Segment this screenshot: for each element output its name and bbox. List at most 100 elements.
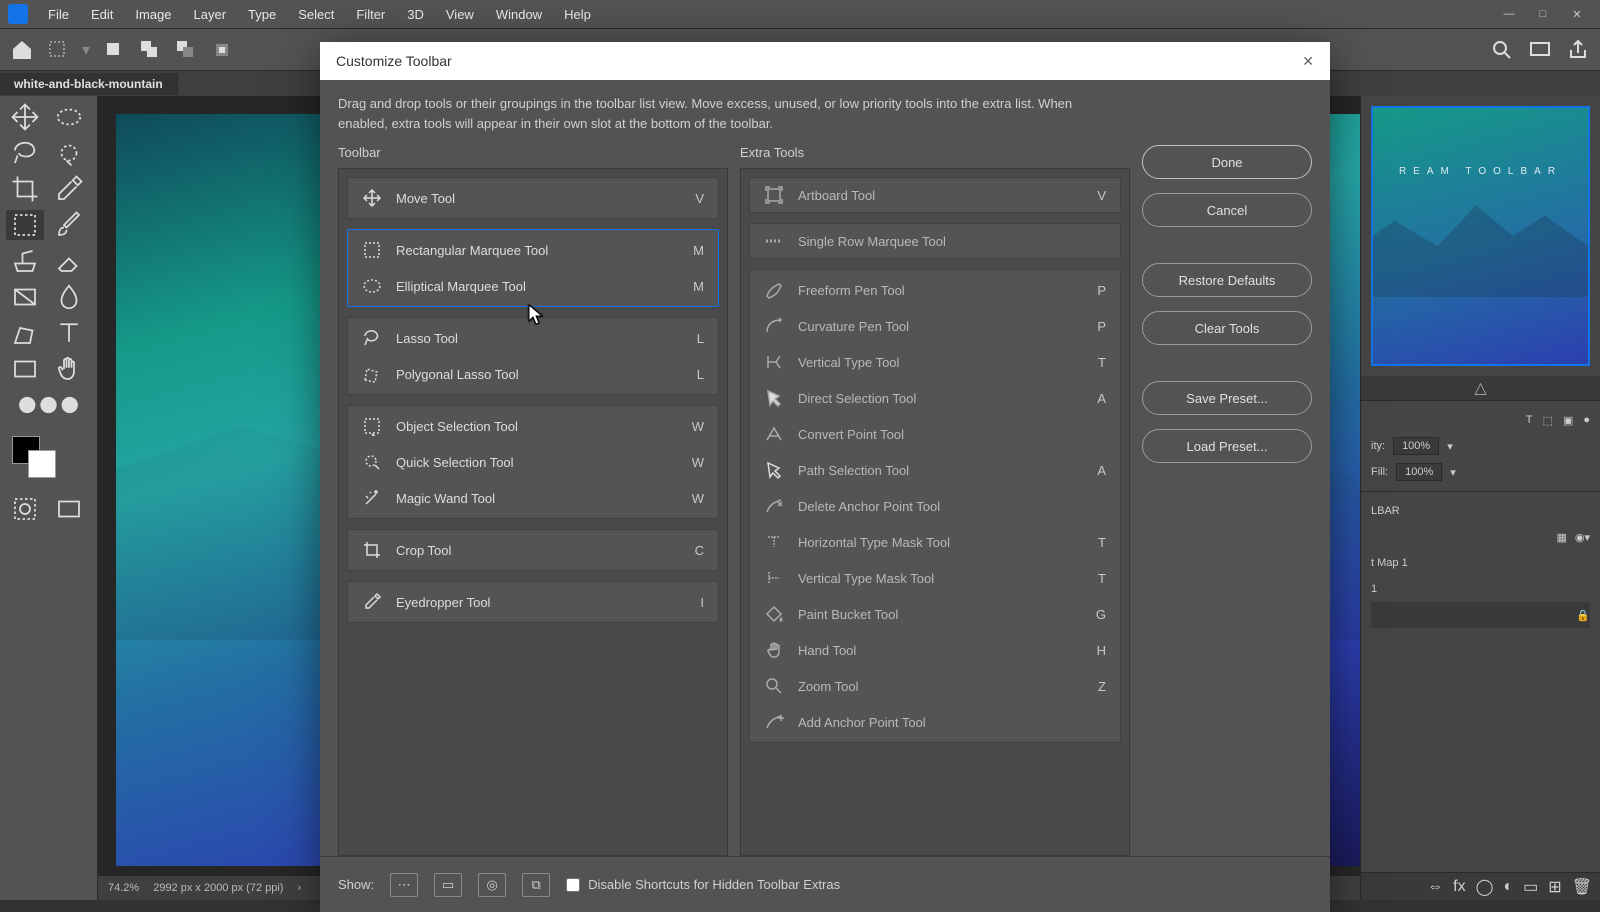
extra-tool-row[interactable]: Hand ToolH xyxy=(750,632,1120,668)
toolbar-list[interactable]: Move ToolV Rectangular Marquee ToolMEllip… xyxy=(338,168,728,856)
more-tools-icon[interactable] xyxy=(6,390,91,420)
move-tool-icon[interactable] xyxy=(6,102,44,132)
layer-row[interactable]: 1 xyxy=(1371,576,1590,602)
tool-row[interactable]: Quick Selection ToolW xyxy=(348,444,718,480)
tool-row[interactable]: Magic Wand ToolW xyxy=(348,480,718,516)
done-button[interactable]: Done xyxy=(1142,145,1312,179)
new-layer-icon[interactable]: ⊞ xyxy=(1548,877,1561,897)
extra-tool-row[interactable]: Delete Anchor Point Tool xyxy=(750,488,1120,524)
tool-group[interactable]: Crop ToolC xyxy=(347,529,719,571)
screenmode-tool-icon[interactable] xyxy=(50,494,88,524)
minimize-icon[interactable]: — xyxy=(1494,4,1524,24)
menu-layer[interactable]: Layer xyxy=(184,3,237,26)
extra-tool-row[interactable]: Single Row Marquee Tool xyxy=(749,223,1121,259)
opacity-field[interactable]: 100% xyxy=(1393,437,1439,455)
menu-help[interactable]: Help xyxy=(554,3,601,26)
clear-tools-button[interactable]: Clear Tools xyxy=(1142,311,1312,345)
tool-group[interactable]: Object Selection ToolWQuick Selection To… xyxy=(347,405,719,519)
show-extras-icon[interactable]: ⋯ xyxy=(390,873,418,897)
dot-panel-icon[interactable]: ● xyxy=(1583,414,1590,426)
layer-eye-icon[interactable]: ◉▾ xyxy=(1575,531,1590,544)
extra-tool-row[interactable]: Convert Point Tool xyxy=(750,416,1120,452)
extra-tools-list[interactable]: Artboard ToolVSingle Row Marquee ToolFre… xyxy=(740,168,1130,856)
mask-icon[interactable]: ◯ xyxy=(1476,877,1494,897)
tool-row[interactable]: Eyedropper ToolI xyxy=(348,584,718,620)
adjustment-icon[interactable]: ◐ xyxy=(1503,878,1513,896)
marquee-mode-3-icon[interactable] xyxy=(174,38,198,62)
type-tool-icon[interactable] xyxy=(50,318,88,348)
extra-tool-row[interactable]: Vertical Type Mask ToolT xyxy=(750,560,1120,596)
menu-image[interactable]: Image xyxy=(125,3,181,26)
folder-icon[interactable]: ▭ xyxy=(1523,877,1538,897)
extra-tool-row[interactable]: Direct Selection ToolA xyxy=(750,380,1120,416)
lock-panel-icon[interactable]: ▣ xyxy=(1563,414,1573,427)
tool-group[interactable]: Rectangular Marquee ToolMElliptical Marq… xyxy=(347,229,719,307)
tool-row[interactable]: Move ToolV xyxy=(348,180,718,216)
tool-group[interactable]: Lasso ToolLPolygonal Lasso ToolL xyxy=(347,317,719,395)
disable-shortcuts-checkbox[interactable] xyxy=(566,878,580,892)
blur-tool-icon[interactable] xyxy=(50,282,88,312)
search-icon[interactable] xyxy=(1490,38,1514,62)
close-icon[interactable]: ✕ xyxy=(1302,53,1314,70)
extra-tool-row[interactable]: Zoom ToolZ xyxy=(750,668,1120,704)
eraser-tool-icon[interactable] xyxy=(50,246,88,276)
show-screenmode-icon[interactable]: ▭ xyxy=(434,873,462,897)
tool-row[interactable]: Rectangular Marquee ToolM xyxy=(348,232,718,268)
type-panel-icon[interactable]: T xyxy=(1526,414,1533,426)
transform-panel-icon[interactable]: ⬚ xyxy=(1543,414,1553,427)
trash-icon[interactable]: 🗑 xyxy=(1572,877,1592,897)
close-window-icon[interactable]: ✕ xyxy=(1562,4,1592,24)
quickmask-tool-icon[interactable] xyxy=(6,494,44,524)
zoom-level[interactable]: 74.2% xyxy=(108,882,139,894)
menu-filter[interactable]: Filter xyxy=(346,3,395,26)
lock-icon[interactable]: 🔒 xyxy=(1576,609,1590,622)
restore-defaults-button[interactable]: Restore Defaults xyxy=(1142,263,1312,297)
save-preset-button[interactable]: Save Preset... xyxy=(1142,381,1312,415)
share-icon[interactable] xyxy=(1566,38,1590,62)
tool-row[interactable]: Elliptical Marquee ToolM xyxy=(348,268,718,304)
extra-tool-row[interactable]: Horizontal Type Mask ToolT xyxy=(750,524,1120,560)
layer-row[interactable]: t Map 1 xyxy=(1371,550,1590,576)
ellip-marquee-tool-icon[interactable] xyxy=(50,102,88,132)
tool-row[interactable]: Polygonal Lasso ToolL xyxy=(348,356,718,392)
navigator-preview[interactable]: REAM TOOLBAR xyxy=(1361,96,1600,376)
quick-select-tool-icon[interactable] xyxy=(50,138,88,168)
brush-tool-icon[interactable] xyxy=(50,210,88,240)
link-layers-icon[interactable]: ⇔ xyxy=(1427,878,1443,896)
cancel-button[interactable]: Cancel xyxy=(1142,193,1312,227)
fx-icon[interactable]: fx xyxy=(1453,878,1465,896)
gradient-tool-icon[interactable] xyxy=(6,282,44,312)
menu-edit[interactable]: Edit xyxy=(81,3,123,26)
marquee-mode-1-icon[interactable] xyxy=(102,38,126,62)
extra-tool-row[interactable]: Curvature Pen ToolP xyxy=(750,308,1120,344)
chevron-right-icon[interactable]: › xyxy=(297,882,301,894)
document-tab[interactable]: white-and-black-mountain xyxy=(0,73,178,95)
menu-file[interactable]: File xyxy=(38,3,79,26)
extra-tool-row[interactable]: Paint Bucket ToolG xyxy=(750,596,1120,632)
menu-view[interactable]: View xyxy=(436,3,484,26)
load-preset-button[interactable]: Load Preset... xyxy=(1142,429,1312,463)
show-fullscreen-icon[interactable]: ⧉ xyxy=(522,873,550,897)
tool-row[interactable]: Lasso ToolL xyxy=(348,320,718,356)
show-quickmask-icon[interactable]: ◎ xyxy=(478,873,506,897)
eyedropper-tool-icon[interactable] xyxy=(50,174,88,204)
extra-tool-row[interactable]: Path Selection ToolA xyxy=(750,452,1120,488)
hand-tool-icon[interactable] xyxy=(50,354,88,384)
extra-tool-row[interactable]: Vertical Type ToolT xyxy=(750,344,1120,380)
tool-row[interactable]: Object Selection ToolW xyxy=(348,408,718,444)
marquee-mode-2-icon[interactable] xyxy=(138,38,162,62)
maximize-icon[interactable]: □ xyxy=(1528,4,1558,24)
layer-filter-icon[interactable]: ▦ xyxy=(1556,531,1566,544)
fill-field[interactable]: 100% xyxy=(1396,463,1442,481)
home-icon[interactable] xyxy=(10,38,34,62)
rect-marquee-tool-icon[interactable] xyxy=(6,210,44,240)
extra-tool-row[interactable]: Add Anchor Point Tool xyxy=(750,704,1120,740)
menu-select[interactable]: Select xyxy=(288,3,344,26)
crop-tool-icon[interactable] xyxy=(6,174,44,204)
tool-group[interactable]: Eyedropper ToolI xyxy=(347,581,719,623)
menu-window[interactable]: Window xyxy=(486,3,552,26)
screen-mode-icon[interactable] xyxy=(1528,38,1552,62)
zoom-slider[interactable]: △ xyxy=(1361,376,1600,400)
marquee-mode-4-icon[interactable] xyxy=(210,38,234,62)
pen-tool-icon[interactable] xyxy=(6,318,44,348)
